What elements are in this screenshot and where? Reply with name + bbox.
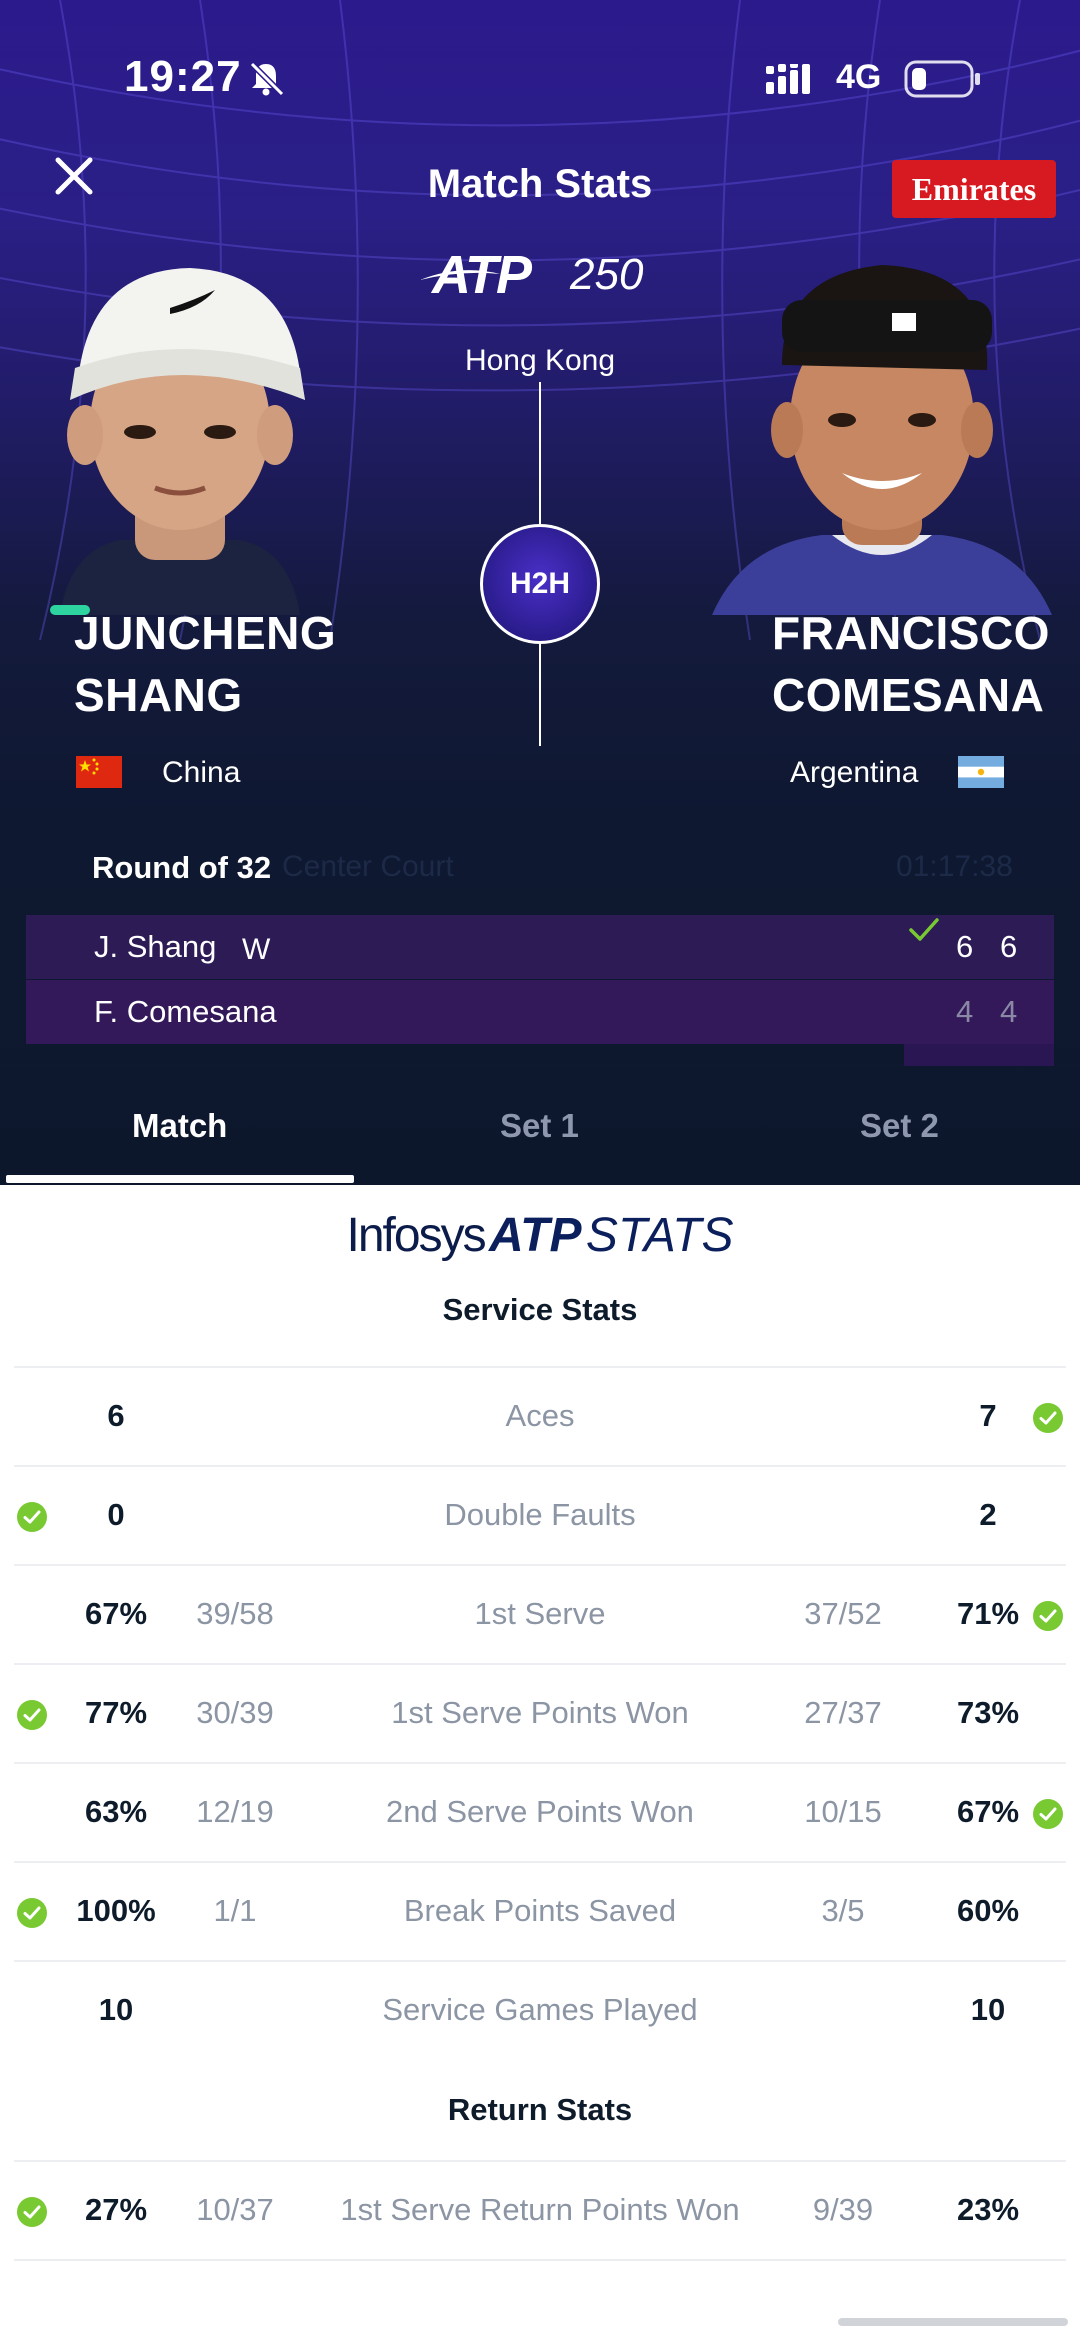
stat-label: 1st Serve Points Won (391, 1695, 689, 1730)
stat-right-fraction: 37/52 (804, 1596, 882, 1631)
stats-tabs: Match Set 1 Set 2 (0, 1085, 1080, 1185)
atp-250-logo: ATP 250 (420, 244, 660, 308)
stat-label: Break Points Saved (403, 1893, 677, 1928)
argentina-flag-icon (958, 756, 1004, 788)
winner-check-icon (909, 918, 939, 941)
player-left-country: China (162, 756, 241, 789)
leader-check-icon (1033, 1601, 1063, 1631)
stat-row: 63% 12/19 2nd Serve Points Won 10/15 67% (14, 1762, 1066, 1861)
infosys-atp-stats-logo: Infosys ATP STATS (0, 1208, 1080, 1268)
stat-right-value: 73% (956, 1695, 1020, 1730)
stat-right-fraction: 27/37 (804, 1695, 882, 1730)
score-player-name: J. Shang (94, 929, 217, 964)
winner-marker: W (242, 933, 271, 966)
stat-row: 0 Double Faults 2 (14, 1465, 1066, 1564)
stat-label: 1st Serve Return Points Won (340, 2192, 740, 2227)
atp-brand: ATP (432, 245, 532, 305)
stat-right-value: 60% (956, 1893, 1020, 1928)
player-left-first-name[interactable]: JUNCHENG (74, 602, 336, 664)
sponsor-logo[interactable]: Emirates (892, 160, 1056, 218)
stat-right-fraction: 3/5 (821, 1893, 865, 1928)
match-court: Center Court (282, 850, 454, 883)
china-flag-icon (76, 756, 122, 788)
stat-row: 27% 10/37 1st Serve Return Points Won 9/39 2… (14, 2160, 1066, 2259)
stat-right-value: 7 (979, 1398, 997, 1433)
return-stats-title: Return Stats (447, 2092, 633, 2127)
tab-match[interactable]: Match (132, 1107, 227, 1145)
active-tab-indicator (6, 1175, 354, 1183)
player-right-country: Argentina (790, 756, 919, 789)
stat-right-value: 23% (956, 2192, 1020, 2227)
stat-label: Service Games Played (382, 1992, 698, 2027)
score-row-player2: F. Comesana 4 4 (26, 980, 1054, 1044)
set-score: 6 (956, 929, 974, 964)
stats-brand: STATS (585, 1209, 734, 1262)
player-left-photo (50, 268, 305, 615)
stat-row: 6 Aces 7 (14, 1366, 1066, 1465)
service-stats-title: Service Stats (442, 1292, 638, 1327)
set-score: 4 (1000, 994, 1018, 1029)
stat-label: 2nd Serve Points Won (386, 1794, 694, 1829)
stat-right-value: 71% (956, 1596, 1020, 1631)
leader-check-icon (17, 2197, 47, 2227)
atp-brand-stats: ATP (489, 1209, 582, 1262)
status-time: 19:27 (124, 52, 242, 101)
status-bar: 19:27 4G (0, 40, 1080, 120)
player-right-last-name[interactable]: COMESANA (772, 664, 1044, 726)
divider-bottom (539, 644, 541, 746)
stat-label: Double Faults (444, 1497, 636, 1532)
stat-row: 10 Service Games Played 10 (14, 1960, 1066, 2059)
match-round: Round of 32 (92, 850, 272, 885)
stat-row: 100% 1/1 Break Points Saved 3/5 60% (14, 1861, 1066, 1960)
battery-icon (904, 60, 980, 98)
stat-row: 67% 39/58 1st Serve 37/52 71% (14, 1564, 1066, 1663)
infosys-brand: Infosys (346, 1209, 487, 1262)
leader-check-icon (1033, 1403, 1063, 1433)
stat-label: Aces (505, 1398, 575, 1433)
stat-right-value: 10 (970, 1992, 1006, 2027)
player-right-photo (712, 265, 1052, 615)
bell-off-icon (249, 61, 285, 97)
leader-check-icon (1033, 1799, 1063, 1829)
score-player-name: F. Comesana (94, 994, 277, 1029)
set-score: 6 (1000, 929, 1018, 964)
network-type: 4G (836, 58, 882, 96)
tab-set-1[interactable]: Set 1 (500, 1107, 579, 1145)
h2h-button[interactable]: H2H (480, 524, 600, 644)
tab-set-2[interactable]: Set 2 (860, 1107, 939, 1145)
leader-check-icon (17, 1502, 47, 1532)
leader-check-icon (17, 1898, 47, 1928)
player-right-first-name[interactable]: FRANCISCO (772, 602, 1050, 664)
player-right-avatar[interactable] (712, 245, 1052, 615)
leader-check-icon (17, 1700, 47, 1730)
stat-right-value: 67% (956, 1794, 1020, 1829)
stat-right-fraction: 10/15 (804, 1794, 882, 1829)
stat-right-value: 2 (979, 1497, 997, 1532)
signal-icon (766, 64, 810, 94)
tournament-level: 250 (570, 250, 644, 299)
stat-row: 77% 30/39 1st Serve Points Won 27/37 73% (14, 1663, 1066, 1762)
player-left-last-name[interactable]: SHANG (74, 664, 243, 726)
set-score: 4 (956, 994, 974, 1029)
player-left-avatar[interactable] (30, 250, 330, 615)
match-duration: 01:17:38 (896, 850, 1013, 883)
divider-top (539, 382, 541, 524)
stat-right-fraction: 9/39 (812, 2192, 874, 2227)
home-indicator (838, 2318, 1068, 2326)
stat-divider (14, 2259, 1066, 2261)
score-row-player1: J. Shang W 6 6 (26, 915, 1054, 979)
stat-label: 1st Serve (474, 1596, 606, 1631)
match-header: 19:27 4G Match Stats Emirates ATP 250 Ho… (0, 0, 1080, 1185)
